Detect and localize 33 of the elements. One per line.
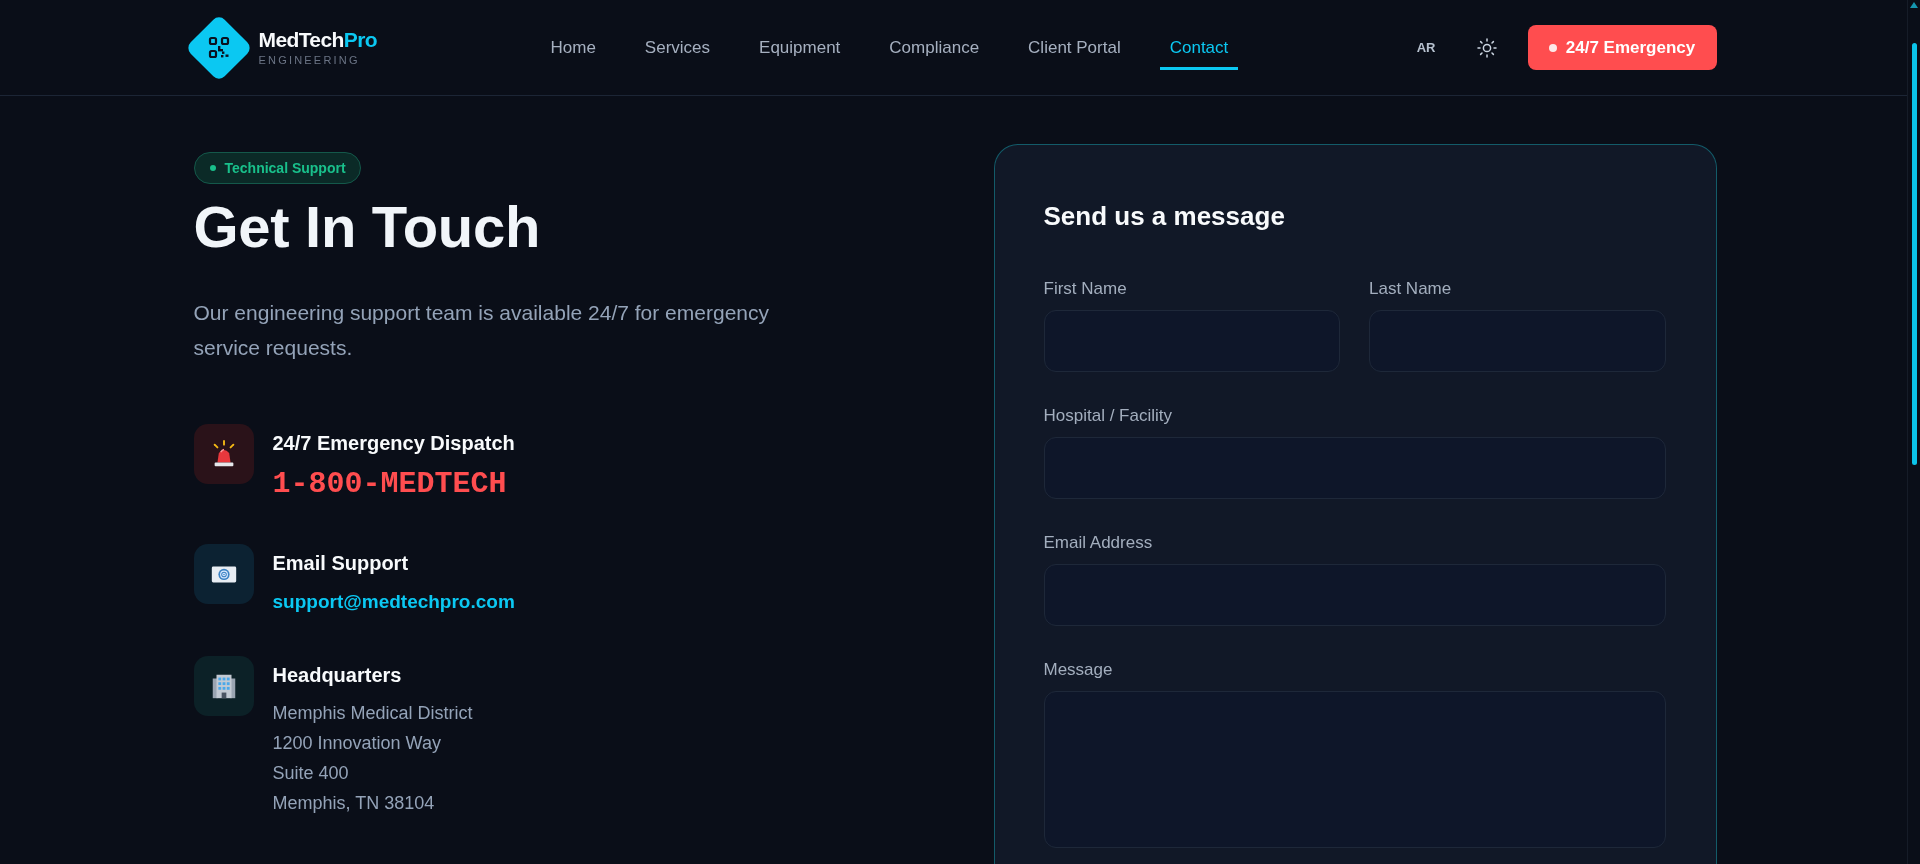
field-label: Email Address [1043,532,1154,554]
address-text: Memphis Medical District 1200 Innovation Way Suite 400 Memphis, TN 38104 [272,702,473,815]
contact-title: Email Support [272,551,409,576]
badge-label: Technical Support [224,159,346,177]
field-label: First Name [1043,278,1128,300]
contact-title: Headquarters [272,663,402,688]
envelope-icon [193,544,254,604]
contact-title: 24/7 Emergency Dispatch [272,431,515,456]
email-link[interactable]: support@medtechpro.com [272,588,515,616]
brand-tagline: ENGINEERING [258,53,361,67]
field-label: Last Name [1369,278,1453,300]
siren-icon [193,424,254,484]
nav-link[interactable]: Home [540,28,606,70]
field-label: Hospital / Facility [1043,405,1173,427]
brand-name[interactable]: MedTechPro [258,28,377,52]
field-label: Message [1043,659,1114,681]
dot-icon [1548,43,1557,52]
building-icon [193,656,254,716]
nav-link[interactable]: Equipment [749,28,851,70]
form-title: Send us a message [1043,200,1286,232]
phone-link[interactable]: 1-800-MEDTECH [272,464,507,504]
nav-link[interactable]: Services [634,28,721,70]
nav-link[interactable]: Compliance [879,28,990,70]
intro-text: Our engineering support team is available 24/7 for emergency service requests. [193,300,770,361]
sun-icon [1476,37,1497,58]
dot-icon [209,165,216,171]
page-title: Get In Touch [193,193,542,261]
scrollbar-track[interactable] [1907,0,1920,864]
nav-link[interactable]: Contact [1159,28,1239,70]
arrow-up-icon[interactable] [1910,2,1918,8]
nav-link[interactable]: Client Portal [1018,28,1131,70]
language-button[interactable]: AR [1406,34,1446,61]
scrollbar-thumb[interactable] [1911,43,1917,465]
